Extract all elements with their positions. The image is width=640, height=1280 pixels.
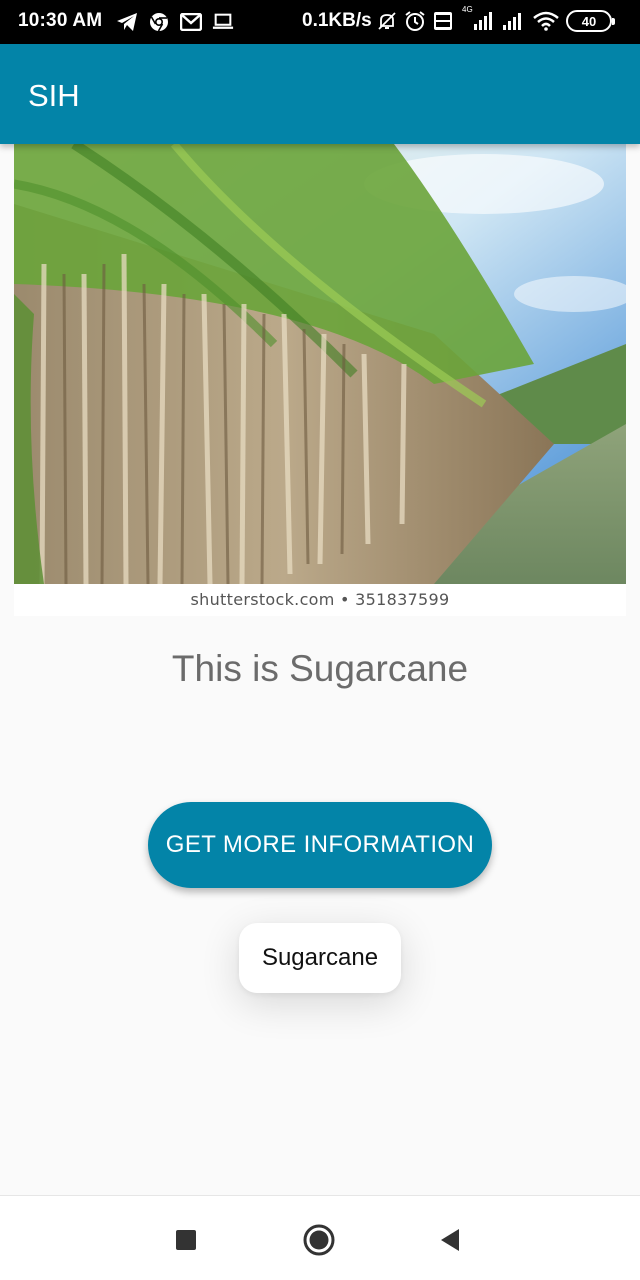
- image-watermark: shutterstock.com • 351837599: [190, 590, 450, 609]
- status-system-icons: 4G 40: [376, 5, 615, 32]
- mute-icon: [376, 10, 398, 32]
- back-triangle-icon[interactable]: [432, 1222, 468, 1258]
- network-speed: 0.1KB/s: [302, 10, 372, 31]
- status-time: 10:30 AM: [18, 10, 103, 31]
- status-bar: 10:30 AM 0.1KB/s 4G 40: [0, 0, 640, 44]
- alarm-icon: [404, 10, 426, 32]
- app-title: SIH: [28, 78, 80, 113]
- sugarcane-image: shutterstock.com • 351837599: [14, 144, 626, 616]
- wifi-icon: [532, 10, 560, 32]
- home-circle-icon[interactable]: [301, 1222, 337, 1258]
- volte-icon: [432, 10, 454, 32]
- status-notification-icons: [116, 11, 234, 33]
- signal-4g-icon: 4G: [460, 5, 494, 32]
- crop-title: This is Sugarcane: [171, 648, 469, 689]
- recents-square-icon[interactable]: [168, 1222, 204, 1258]
- toast-message: Sugarcane: [239, 923, 401, 993]
- system-nav-bar: [0, 1195, 640, 1280]
- telegram-icon: [116, 11, 138, 33]
- gmail-icon: [180, 11, 202, 33]
- signal-icon: [500, 10, 526, 32]
- get-more-information-button[interactable]: GET MORE INFORMATION: [148, 802, 492, 888]
- chrome-icon: [148, 11, 170, 33]
- network-type-label: 4G: [462, 5, 473, 14]
- laptop-icon: [212, 11, 234, 33]
- battery-icon: 40: [566, 10, 615, 32]
- sugarcane-illustration: [14, 144, 626, 584]
- app-bar: SIH: [0, 44, 640, 144]
